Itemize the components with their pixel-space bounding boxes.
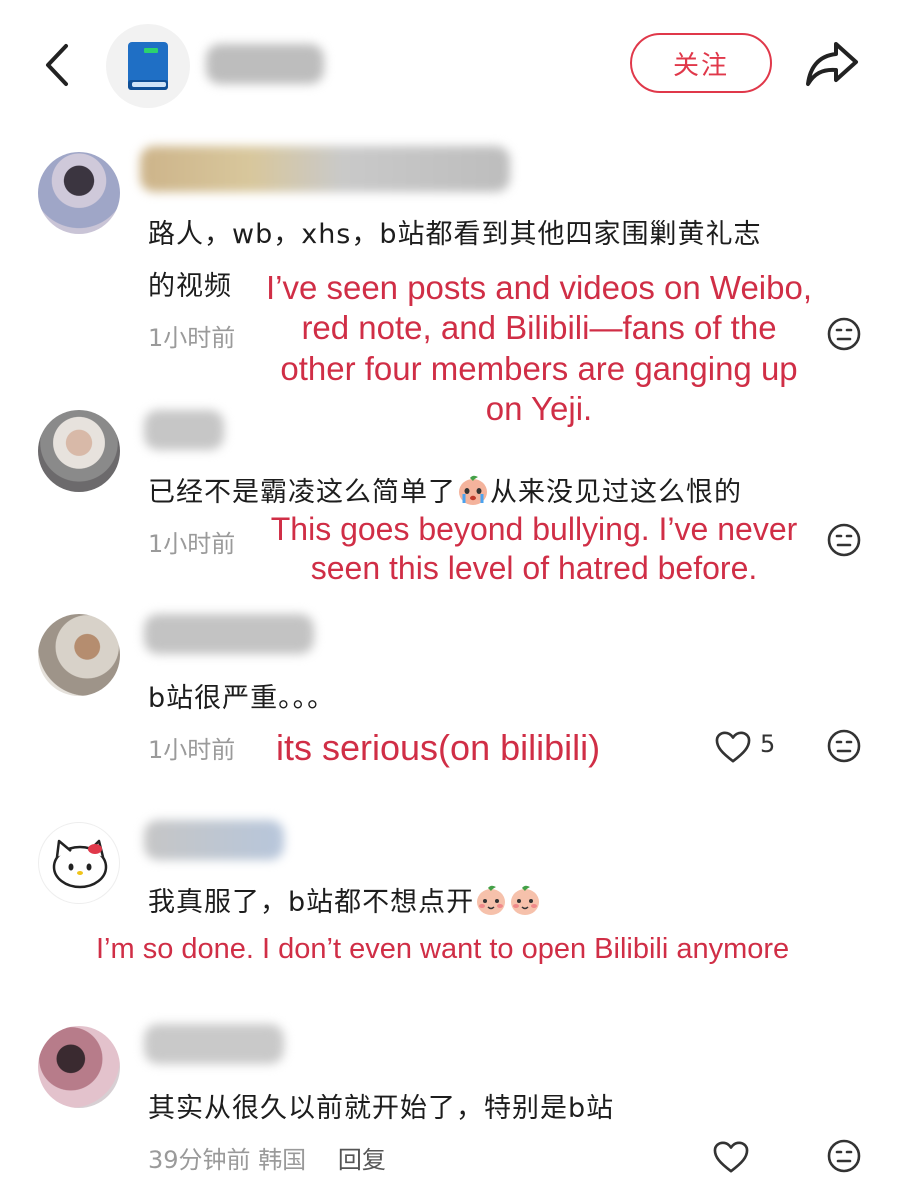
comment-location: 韩国 bbox=[258, 1146, 307, 1174]
translation-overlay: its serious(on bilibili) bbox=[272, 726, 605, 770]
translation-overlay: I’ve seen posts and videos on Weibo, red… bbox=[265, 269, 813, 427]
commenter-name-redacted bbox=[144, 614, 314, 654]
comment-text: 其实从很久以前就开始了，特别是b站 bbox=[148, 1093, 615, 1124]
comment-text: 路人，wb，xhs，b站都看到其他四家围剿黄礼志 bbox=[148, 219, 762, 250]
comment-text-part: 从来没见过这么恨的 bbox=[490, 477, 742, 508]
hello-kitty-icon bbox=[52, 839, 108, 889]
heart-icon[interactable] bbox=[712, 1140, 750, 1174]
share-arrow-icon[interactable] bbox=[804, 38, 860, 90]
neutral-face-icon[interactable] bbox=[826, 522, 862, 558]
back-icon[interactable] bbox=[38, 40, 78, 90]
commenter-avatar[interactable] bbox=[38, 822, 120, 904]
commenter-avatar[interactable] bbox=[38, 614, 120, 696]
neutral-face-icon[interactable] bbox=[826, 1138, 862, 1174]
commenter-name-redacted bbox=[140, 146, 510, 192]
heart-icon[interactable] bbox=[714, 730, 752, 764]
commenter-avatar[interactable] bbox=[38, 1026, 120, 1108]
comment-time: 1小时前 bbox=[148, 324, 236, 352]
translation-overlay: I’m so done. I don’t even want to open B… bbox=[96, 932, 790, 968]
commenter-avatar[interactable] bbox=[38, 410, 120, 492]
comment-text-part: 我真服了，b站都不想点开 bbox=[148, 887, 475, 918]
peach-face-emoji-icon bbox=[477, 885, 506, 915]
comment-time: 1小时前 bbox=[148, 530, 236, 558]
crying-peach-emoji-icon bbox=[459, 475, 487, 505]
comment-text: b站很严重。。。 bbox=[148, 683, 336, 714]
comment-text: 我真服了，b站都不想点开 bbox=[148, 880, 542, 919]
reply-button[interactable]: 回复 bbox=[338, 1146, 386, 1174]
commenter-name-redacted bbox=[144, 410, 224, 450]
like-count: 5 bbox=[760, 730, 776, 758]
commenter-name-redacted bbox=[144, 1024, 284, 1064]
commenter-name-redacted bbox=[144, 820, 284, 860]
comment-time: 1小时前 bbox=[148, 736, 236, 764]
book-icon bbox=[128, 42, 168, 90]
comment-text: 的视频 bbox=[148, 271, 232, 302]
comment-meta: 39分钟前 韩国 回复 bbox=[148, 1140, 386, 1175]
commenter-avatar[interactable] bbox=[38, 152, 120, 234]
author-name-redacted bbox=[206, 44, 324, 84]
peach-face-emoji-icon bbox=[511, 885, 540, 915]
comment-text: 已经不是霸凌这么简单了 从来没见过这么恨的 bbox=[148, 470, 742, 509]
comment-text-part: 已经不是霸凌这么简单了 bbox=[148, 477, 456, 508]
comment-time: 39分钟前 bbox=[148, 1146, 251, 1174]
translation-overlay: This goes beyond bullying. I’ve never se… bbox=[244, 510, 824, 589]
follow-button[interactable]: 关注 bbox=[630, 33, 772, 93]
author-avatar[interactable] bbox=[106, 24, 190, 108]
neutral-face-icon[interactable] bbox=[826, 728, 862, 764]
